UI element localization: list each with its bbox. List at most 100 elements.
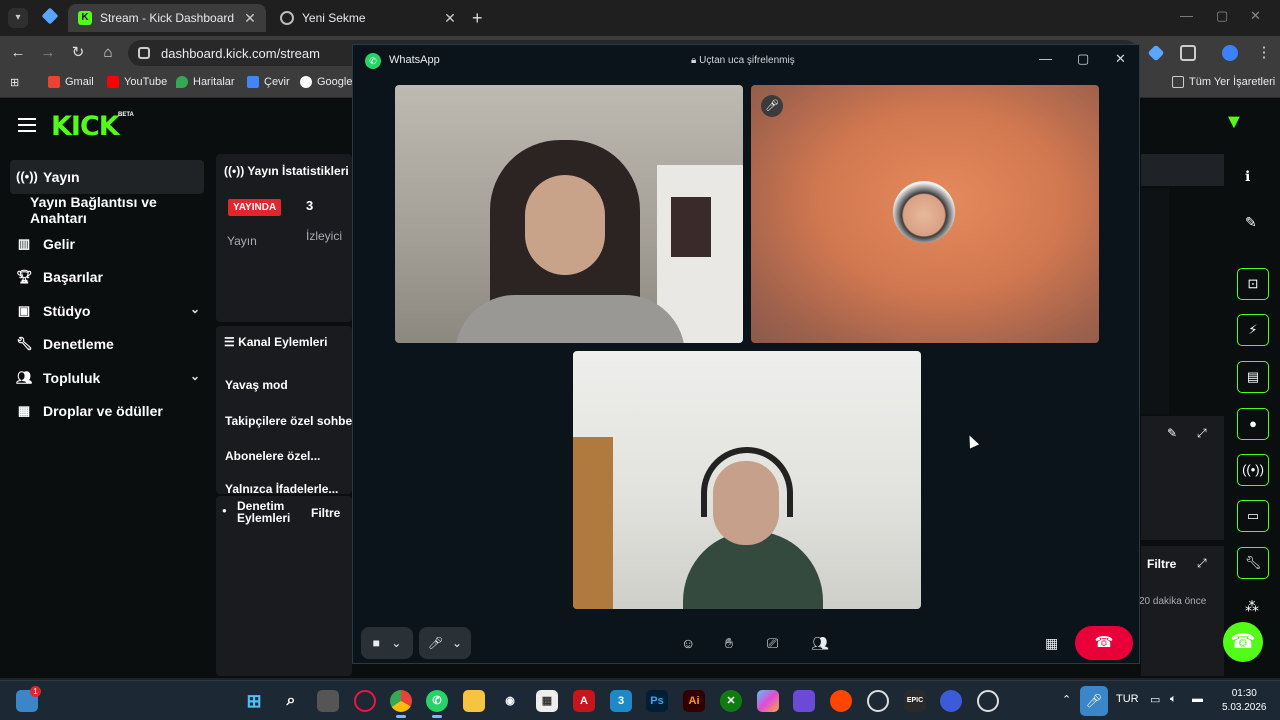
copilot-icon[interactable] [757,690,779,712]
opera-icon[interactable] [354,690,376,712]
forward-icon[interactable]: → [38,43,58,63]
sidebar-item-basarilar[interactable]: 🏆︎ Başarılar [10,261,204,295]
tab-new-tab[interactable]: Yeni Sekme ✕ [270,4,466,32]
sidebar-item-gelir[interactable]: ▥ Gelir [10,227,204,261]
emoji-reaction-icon[interactable]: ☺ [681,635,695,651]
maximize-icon[interactable]: ▢ [1216,8,1228,24]
sidebar-item-stream-key[interactable]: Yayın Bağlantısı ve Anahtarı [10,194,204,228]
app-3-icon[interactable]: 3 [610,690,632,712]
sidebar-item-yayin[interactable]: ((•)) Yayın [10,160,204,194]
sidebar-item-denetleme[interactable]: 🔧︎ Denetleme [10,328,204,362]
illustrator-icon[interactable]: Ai [683,690,705,712]
camera-toggle-button[interactable]: ■ ⌄ [361,627,413,659]
chevron-down-icon[interactable]: ⌄ [190,369,200,383]
extensions-icon[interactable] [1180,45,1196,61]
bookmark-google[interactable]: Google [300,76,352,88]
microphone-tray-icon[interactable]: 🎤︎ [1080,686,1108,716]
end-call-button[interactable]: ☎ [1075,626,1133,660]
task-view-icon[interactable] [317,690,339,712]
info-icon[interactable]: ℹ [1245,168,1250,185]
volume-icon[interactable]: 🔈︎ [1170,693,1177,706]
menu-icon[interactable]: ⋮ [1254,43,1274,63]
bookmark-gmail[interactable]: Gmail [48,76,94,88]
store-icon[interactable]: ▦ [536,690,558,712]
chevron-down-icon[interactable]: ⌄ [452,636,462,650]
xbox-icon[interactable]: ✕ [720,690,742,712]
kick-logo[interactable]: KICK [51,111,120,142]
notes-icon[interactable]: ▤ [1237,361,1269,393]
chrome-icon[interactable] [390,690,412,718]
bookmark-youtube[interactable]: YouTube [107,76,167,88]
camera-action-icon[interactable]: ⊡ [1237,268,1269,300]
followers-only-option[interactable]: Takipçilere özel sohbet [225,414,352,428]
lightning-icon[interactable]: ⚡︎ [1237,314,1269,346]
ubisoft-icon[interactable] [867,690,889,712]
apps-grid-icon[interactable]: ⊞ [10,76,19,89]
app-ring-icon[interactable] [977,690,999,712]
emotes-only-option[interactable]: Yalnızca İfadelerle... [225,482,338,494]
chat-icon[interactable]: ● [1237,408,1269,440]
microphone-toggle-button[interactable]: 🎤︎ ⌄ [419,627,471,659]
popout-icon[interactable]: ⤢ [1197,556,1207,571]
battery-icon[interactable]: ▬ [1192,693,1203,705]
participants-icon[interactable]: 👥︎ [811,635,829,652]
tab-close-icon[interactable]: ✕ [442,10,458,27]
tab-search-dropdown[interactable]: ▾ [8,8,28,28]
file-explorer-icon[interactable] [463,690,485,712]
start-icon[interactable]: ⊞ [243,690,265,712]
edit-icon[interactable]: ✎ [1245,214,1257,231]
filter-button[interactable]: Filtre [311,506,340,520]
site-info-icon[interactable] [138,47,150,59]
reload-icon[interactable]: ↻ [68,43,88,63]
steam-icon[interactable]: ◉ [499,690,521,712]
search-icon[interactable]: ⌕ [280,690,302,712]
sidebar-item-droplar[interactable]: ▦ Droplar ve ödüller [10,395,204,429]
photoshop-icon[interactable]: Ps [646,690,668,712]
all-bookmarks[interactable]: Tüm Yer İşaretleri [1172,76,1275,88]
close-window-icon[interactable]: ✕ [1250,8,1261,24]
edit-icon[interactable]: ✎ [1167,426,1177,440]
back-icon[interactable]: ← [8,43,28,63]
popout-icon[interactable]: ⤢ [1197,426,1207,441]
bookmark-maps[interactable]: Haritalar [176,76,235,88]
chevron-down-icon[interactable]: ⌄ [190,302,200,316]
gem-extension-icon[interactable] [1147,44,1165,62]
chevron-down-icon[interactable]: ⌄ [391,636,401,650]
new-tab-button[interactable]: + [472,8,483,29]
wrench-icon[interactable]: 🔧︎ [1237,547,1269,579]
sidebar-item-topluluk[interactable]: 👥︎ Topluluk ⌄ [10,361,204,395]
participant-video-2[interactable]: 🎤︎ [751,85,1099,343]
layout-icon[interactable]: ▭ [1237,500,1269,532]
maximize-icon[interactable]: ▢ [1077,51,1089,67]
hamburger-menu-icon[interactable] [18,118,36,136]
tray-overflow-icon[interactable]: ⌃ [1062,693,1071,706]
tab-close-icon[interactable]: ✕ [242,10,258,27]
sidebar-item-studyo[interactable]: ▣ Stüdyo ⌄ [10,294,204,328]
app-circle-icon[interactable] [940,690,962,712]
participant-video-1[interactable] [395,85,743,343]
raise-hand-icon[interactable]: ✋︎ [725,635,733,652]
self-video[interactable] [573,351,921,609]
epic-games-icon[interactable]: EPIC [904,690,926,712]
filter-button[interactable]: Filtre [1147,557,1176,571]
bookmark-translate[interactable]: Çevir [247,76,290,88]
home-icon[interactable]: ⌂ [98,43,118,63]
profile-icon[interactable] [1222,45,1238,61]
whatsapp-taskbar-icon[interactable]: ✆ [426,690,448,718]
acrobat-icon[interactable]: A [573,690,595,712]
minimize-icon[interactable]: — [1039,51,1052,66]
close-icon[interactable]: ✕ [1115,51,1126,67]
layout-grid-icon[interactable]: ▦ [1045,635,1058,652]
slow-mode-option[interactable]: Yavaş mod [225,378,288,392]
minimize-icon[interactable]: — [1180,8,1193,23]
network-icon[interactable]: ▭ [1150,693,1160,706]
tab-kick-dashboard[interactable]: K Stream - Kick Dashboard ✕ [68,4,266,32]
system-clock[interactable]: 01:30 5.03.2026 [1222,687,1267,715]
app-icon[interactable] [793,690,815,712]
language-indicator[interactable]: TUR [1116,693,1139,705]
share-icon[interactable]: ⁂ [1245,598,1259,615]
ea-icon[interactable] [830,690,852,712]
support-chat-icon[interactable]: ☎ [1223,622,1263,662]
screen-share-icon[interactable]: ⎚ [767,635,778,652]
subscribers-only-option[interactable]: Abonelere özel... [225,449,320,463]
